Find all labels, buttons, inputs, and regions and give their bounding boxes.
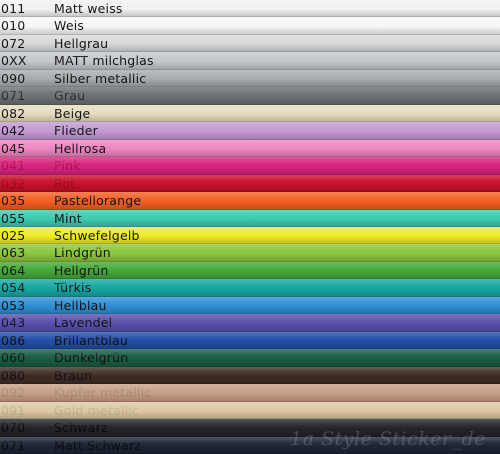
- color-code: 0XX: [1, 53, 27, 68]
- color-stripe: 010 Weis: [0, 17, 500, 35]
- color-stripe: 060 Dunkelgrün: [0, 349, 500, 367]
- color-code: 025: [1, 228, 26, 243]
- color-name: Rot: [54, 176, 76, 191]
- color-name: Weis: [54, 18, 85, 33]
- color-code: 010: [1, 18, 26, 33]
- color-code: 053: [1, 298, 26, 313]
- color-stripe: 042 Flieder: [0, 122, 500, 140]
- color-code: 032: [1, 176, 26, 191]
- color-name: Hellblau: [54, 298, 107, 313]
- color-code: 011: [1, 1, 26, 16]
- color-stripe: 045 Hellrosa: [0, 140, 500, 157]
- color-code: 043: [1, 315, 26, 330]
- watermark: 1a Style Sticker_de: [290, 428, 486, 450]
- color-stripe: 090 Silber metallic: [0, 70, 500, 87]
- color-stripe: 043 Lavendel: [0, 314, 500, 332]
- color-name: Beige: [54, 106, 91, 121]
- color-code: 090: [1, 71, 26, 86]
- color-name: Türkis: [54, 280, 92, 295]
- color-code: 070: [1, 420, 26, 435]
- color-code: 080: [1, 368, 26, 383]
- color-code: 035: [1, 193, 26, 208]
- color-name: Lavendel: [54, 315, 113, 330]
- color-name: Silber metallic: [54, 71, 147, 86]
- color-chart: 011 Matt weiss 010 Weis 072 Hellgrau 0XX MATT m…: [0, 0, 500, 454]
- color-stripe: 064 Hellgrün: [0, 262, 500, 279]
- color-stripe: 053 Hellblau: [0, 297, 500, 314]
- color-stripe: 055 Mint: [0, 210, 500, 227]
- color-name: Gold metallic: [54, 403, 140, 418]
- color-code: 082: [1, 106, 26, 121]
- color-name: Grau: [54, 88, 86, 103]
- color-code: 063: [1, 245, 26, 260]
- color-code: 092: [1, 385, 26, 400]
- color-stripe: 063 Lindgrün: [0, 244, 500, 262]
- color-code: 055: [1, 211, 26, 226]
- color-stripe: 091 Gold metallic: [0, 402, 500, 419]
- color-name: Schwarz: [54, 420, 108, 435]
- color-name: MATT milchglas: [54, 53, 154, 68]
- color-name: Dunkelgrün: [54, 350, 129, 365]
- color-stripe: 041 Pink: [0, 157, 500, 175]
- color-name: Hellgrün: [54, 263, 109, 278]
- color-name: Brillantblau: [54, 333, 129, 348]
- color-stripe: 035 Pastellorange: [0, 192, 500, 210]
- color-code: 045: [1, 141, 26, 156]
- color-name: Lindgrün: [54, 245, 111, 260]
- color-code: 086: [1, 333, 26, 348]
- color-name: Schwefelgelb: [54, 228, 140, 243]
- color-code: 091: [1, 403, 26, 418]
- color-stripe: 054 Türkis: [0, 279, 500, 297]
- color-stripe: 025 Schwefelgelb: [0, 227, 500, 244]
- color-stripe: 092 Kupfer metallic: [0, 384, 500, 402]
- color-name: Hellrosa: [54, 141, 107, 156]
- color-stripe: 0XX MATT milchglas: [0, 52, 500, 70]
- color-stripe: 080 Braun: [0, 367, 500, 384]
- color-name: Pastellorange: [54, 193, 142, 208]
- color-code: 042: [1, 123, 26, 138]
- color-stripe: 072 Hellgrau: [0, 35, 500, 52]
- color-code: 041: [1, 158, 26, 173]
- color-code: 064: [1, 263, 26, 278]
- color-code: 060: [1, 350, 26, 365]
- color-name: Pink: [54, 158, 81, 173]
- color-stripe: 082 Beige: [0, 105, 500, 122]
- color-code: 072: [1, 36, 26, 51]
- color-name: Matt Schwarz: [54, 438, 141, 453]
- color-code: 054: [1, 280, 26, 295]
- color-name: Braun: [54, 368, 93, 383]
- color-name: Hellgrau: [54, 36, 109, 51]
- color-name: Matt weiss: [54, 1, 123, 16]
- color-stripe: 071 Grau: [0, 87, 500, 105]
- color-name: Flieder: [54, 123, 98, 138]
- color-code: 071: [1, 438, 26, 453]
- color-stripe: 011 Matt weiss: [0, 0, 500, 17]
- color-stripe: 032 Rot: [0, 175, 500, 192]
- color-stripe: 086 Brillantblau: [0, 332, 500, 349]
- color-name: Kupfer metallic: [54, 385, 152, 400]
- color-name: Mint: [54, 211, 82, 226]
- color-code: 071: [1, 88, 26, 103]
